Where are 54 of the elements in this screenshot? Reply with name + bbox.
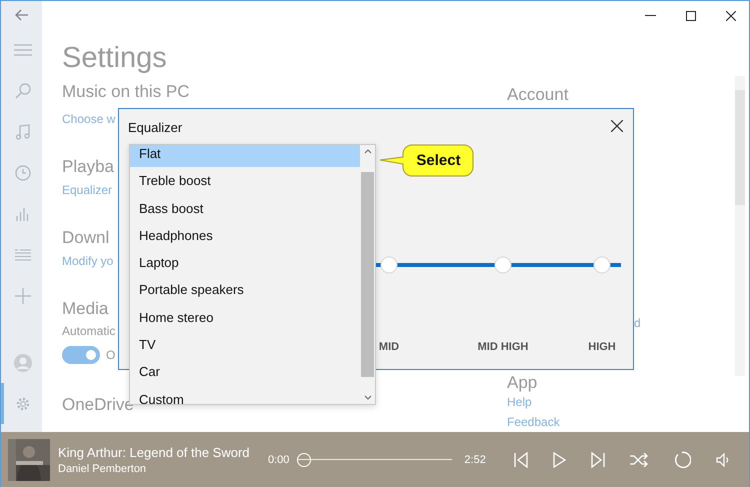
- elapsed-time: 0:00: [268, 454, 290, 466]
- dialog-title: Equalizer: [128, 120, 182, 135]
- close-icon[interactable]: [726, 10, 736, 20]
- next-icon[interactable]: [590, 452, 605, 468]
- toggle-label: O: [106, 348, 116, 362]
- toggle-switch[interactable]: [62, 346, 100, 364]
- scrollbar[interactable]: [735, 76, 745, 376]
- band-slider-thumb[interactable]: [494, 256, 512, 274]
- select-callout: Select: [379, 144, 474, 177]
- bar-chart-icon: [16, 206, 30, 220]
- band-label: HIGH: [588, 341, 616, 353]
- preset-option[interactable]: Laptop: [130, 249, 360, 276]
- volume-icon[interactable]: [716, 452, 730, 466]
- track-title: King Arthur: Legend of the Sword: [58, 444, 251, 460]
- shuffle-icon[interactable]: [630, 452, 648, 466]
- band-slider-thumb[interactable]: [594, 256, 610, 274]
- plus-icon: [15, 288, 31, 304]
- total-time: 2:52: [464, 454, 486, 466]
- preset-option[interactable]: Headphones: [130, 222, 360, 250]
- list-icon: [15, 248, 31, 260]
- settings-icon: [15, 396, 31, 412]
- scroll-up-icon[interactable]: [364, 149, 372, 154]
- preset-option[interactable]: Treble boost: [130, 167, 360, 195]
- clock-icon: [15, 164, 31, 180]
- search-icon: [15, 82, 31, 98]
- preset-option[interactable]: Flat: [130, 145, 360, 168]
- section-description: Automatic: [62, 324, 116, 338]
- section-heading: Downl: [62, 227, 110, 249]
- section-heading: Playba: [62, 156, 114, 178]
- band-slider-thumb[interactable]: [380, 256, 398, 274]
- section-heading: App: [507, 373, 538, 393]
- preset-option[interactable]: TV: [130, 331, 360, 358]
- scroll-down-icon[interactable]: [364, 395, 372, 400]
- close-icon[interactable]: [611, 120, 623, 132]
- preset-option[interactable]: Bass boost: [130, 194, 360, 222]
- band-label: MID: [378, 341, 400, 353]
- artist-name: Daniel Pemberton: [58, 462, 148, 474]
- preset-option[interactable]: Portable speakers: [130, 276, 360, 304]
- preset-option[interactable]: Home stereo: [130, 304, 360, 332]
- section-heading: Music on this PC: [62, 81, 190, 103]
- preset-option[interactable]: Car: [130, 358, 360, 386]
- section-heading: Media: [62, 298, 108, 320]
- minimize-icon[interactable]: [645, 15, 656, 16]
- maximize-icon[interactable]: [686, 10, 696, 20]
- band-label: MID HIGH: [478, 341, 528, 353]
- menu-icon: [14, 44, 32, 56]
- previous-icon[interactable]: [514, 452, 528, 468]
- page-title: Settings: [62, 42, 167, 75]
- music-note-icon: [16, 124, 30, 140]
- avatar-icon: [13, 352, 33, 372]
- play-icon[interactable]: [552, 452, 566, 468]
- repeat-icon[interactable]: [672, 450, 691, 468]
- section-heading: Account: [507, 84, 568, 106]
- back-icon[interactable]: [14, 9, 28, 21]
